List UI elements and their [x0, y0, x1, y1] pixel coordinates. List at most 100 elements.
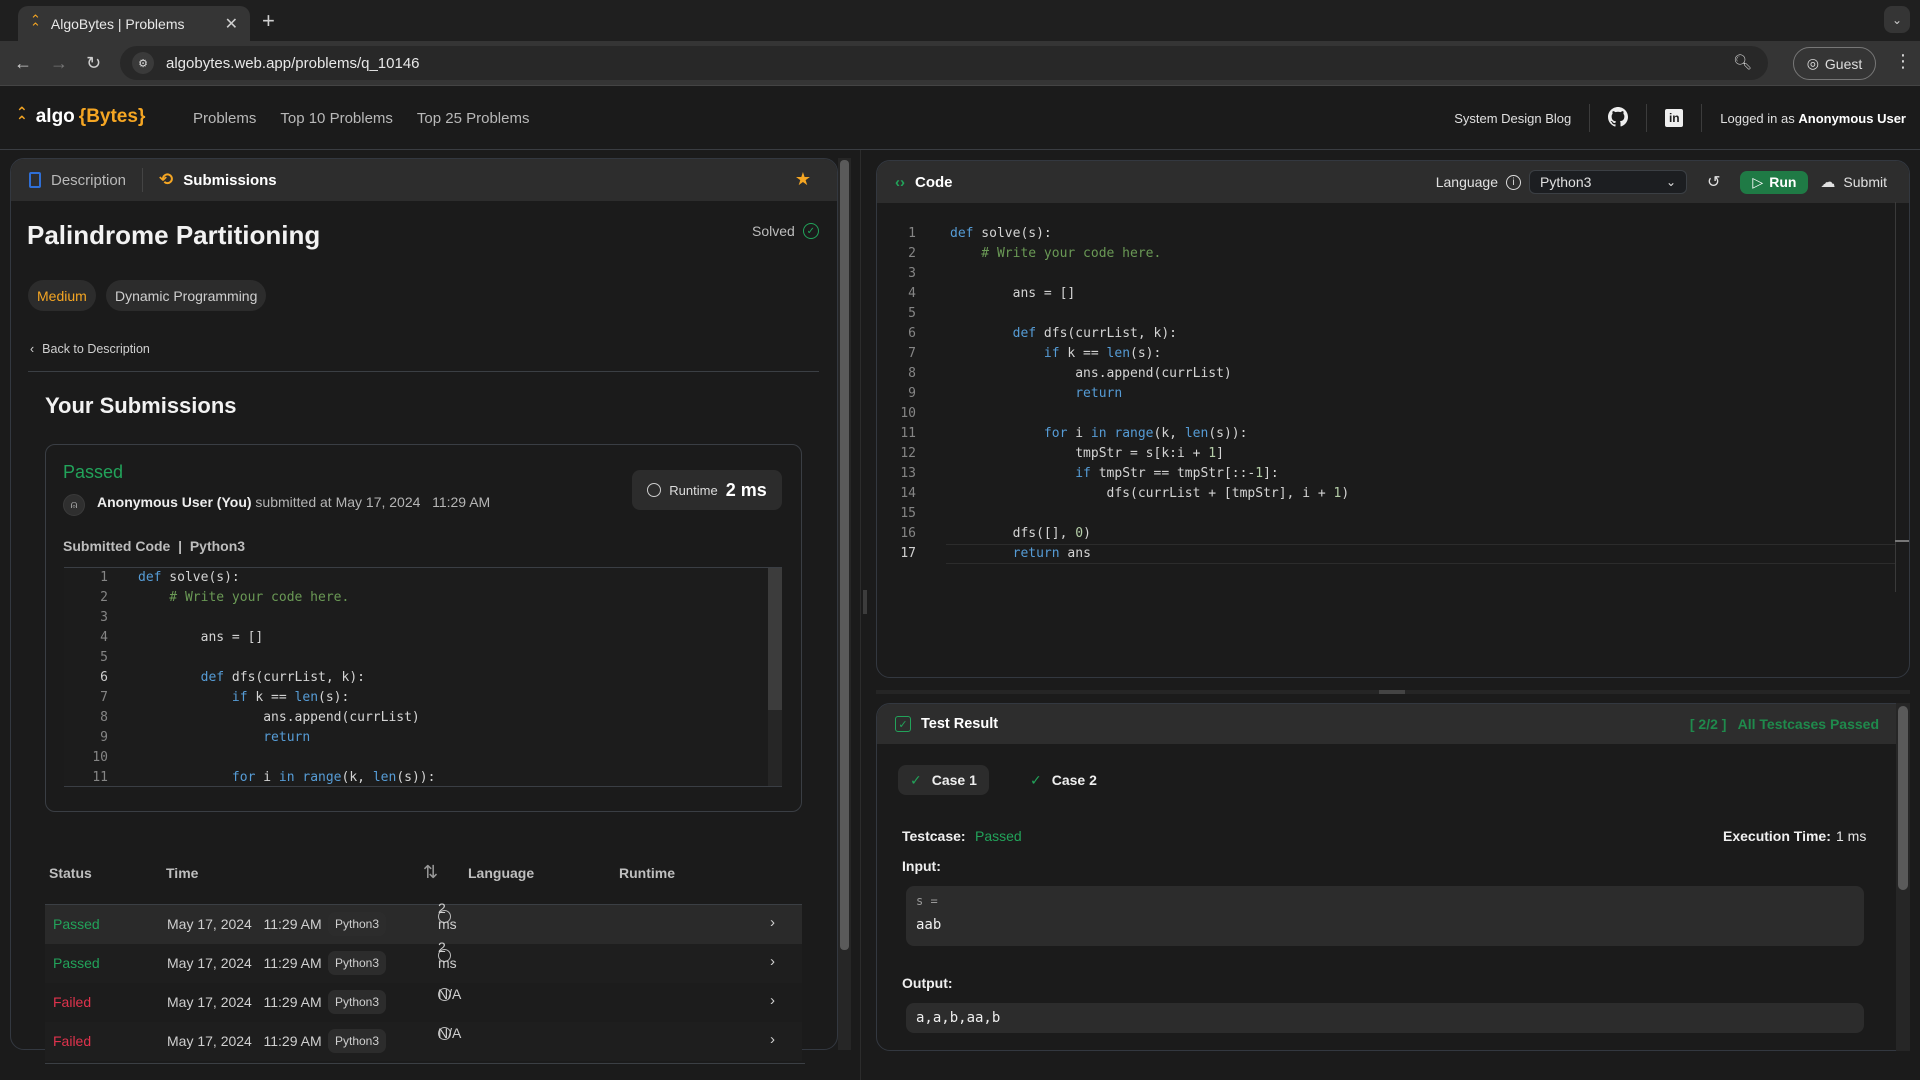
tab-submissions[interactable]: ⟲ Submissions — [159, 170, 277, 190]
row-runtime-value: N/A — [438, 1025, 462, 1041]
logo-accent: {Bytes} — [78, 106, 146, 127]
submitted-code-language: Python3 — [189, 538, 246, 554]
code-line: 1 def solve(s): — [876, 224, 1052, 244]
info-icon[interactable]: i — [1506, 174, 1522, 190]
case-2-label: Case 2 — [1051, 772, 1097, 788]
case-2-tab[interactable]: ✓ Case 2 — [1018, 765, 1109, 795]
submitted-code-viewer[interactable]: 1 def solve(s): 2 # Write your code here. 3… — [64, 567, 782, 787]
favorite-star-icon[interactable]: ★ — [795, 169, 811, 190]
language-label: Language — [1435, 174, 1499, 190]
row-runtime-value: N/A — [438, 986, 462, 1002]
table-row[interactable]: Passed May 17, 2024 11:29 AM Python3 2 ms › — [45, 939, 802, 983]
chevron-down-icon: ⌄ — [1665, 175, 1677, 189]
zoom-magnifier-icon[interactable]: 🔍︎ — [1733, 53, 1752, 71]
resize-grip[interactable] — [1379, 690, 1405, 694]
resize-grip[interactable] — [863, 590, 867, 614]
nav-top-10[interactable]: Top 10 Problems — [280, 110, 393, 127]
system-design-blog-link[interactable]: System Design Blog — [1454, 111, 1571, 126]
browser-tab-strip: ⌃ ⌃ AlgoBytes | Problems ✕ + ⌄ — [0, 0, 1920, 41]
code-line: 2 # Write your code here. — [876, 244, 1161, 264]
close-tab-icon[interactable]: ✕ — [225, 14, 238, 34]
divider — [28, 371, 819, 372]
cloud-upload-icon: ☁ — [1820, 174, 1836, 191]
reload-icon[interactable]: ↻ — [86, 53, 101, 74]
table-row[interactable]: Passed May 17, 2024 11:29 AM Python3 2 ms › — [45, 900, 802, 944]
logo[interactable]: ⌃ ⌃ algo {Bytes} — [16, 105, 146, 128]
back-link-label: Back to Description — [42, 342, 150, 356]
line-number: 13 — [900, 466, 916, 481]
site-settings-icon[interactable]: ⚙ — [132, 52, 154, 74]
github-icon[interactable] — [1608, 106, 1629, 130]
submit-button[interactable]: ☁ Submit — [1820, 173, 1887, 191]
submit-label: Submit — [1843, 174, 1887, 190]
chevron-right-icon[interactable]: › — [770, 992, 775, 1009]
code-text: ans.append(currList) — [138, 710, 420, 725]
runtime-value: 2 ms — [725, 479, 767, 500]
test-result-scrollbar-thumb[interactable] — [1898, 706, 1908, 890]
editor-scroll-marker — [1895, 540, 1909, 542]
reset-code-icon[interactable]: ↺ — [1707, 172, 1720, 192]
row-language-badge: Python3 — [328, 990, 387, 1014]
line-number: 3 — [908, 266, 916, 281]
chevron-right-icon[interactable]: › — [770, 1031, 775, 1048]
left-scrollbar-thumb[interactable] — [840, 160, 849, 950]
line-number: 16 — [900, 526, 916, 541]
profile-button[interactable]: ◎ Guest — [1793, 47, 1876, 80]
nav-problems[interactable]: Problems — [193, 110, 256, 127]
linkedin-icon[interactable]: in — [1665, 109, 1684, 127]
sort-icon[interactable]: ⇅ — [423, 862, 438, 883]
code-text: dfs(currList + [tmpStr], i + 1) — [950, 486, 1350, 501]
difficulty-badge: Medium — [28, 280, 96, 311]
back-to-description-link[interactable]: ‹ Back to Description — [30, 342, 150, 356]
run-button[interactable]: ▷ Run — [1740, 170, 1809, 194]
code-line: 3 — [64, 608, 138, 628]
code-text: ans.append(currList) — [950, 366, 1232, 381]
url-bar[interactable]: ⚙ algobytes.web.app/problems/q_10146 🔍︎ — [120, 46, 1768, 80]
vertical-resize-handle[interactable] — [876, 690, 1910, 694]
code-line: 1 def solve(s): — [64, 568, 240, 588]
line-number: 14 — [900, 486, 916, 501]
code-line: 8 ans.append(currList) — [64, 708, 420, 728]
submission-user: Anonymous User (You) — [97, 494, 252, 510]
code-editor[interactable]: 1 def solve(s): 2 # Write your code here. 3… — [876, 224, 1910, 644]
forward-arrow-icon[interactable]: → — [50, 53, 68, 74]
divider — [1589, 104, 1591, 132]
line-number: 12 — [900, 446, 916, 461]
row-language-badge: Python3 — [328, 1029, 387, 1053]
new-tab-icon[interactable]: + — [262, 8, 275, 34]
divider — [142, 168, 144, 192]
code-line: 6 def dfs(currList, k): — [876, 324, 1177, 344]
chevron-right-icon[interactable]: › — [770, 914, 775, 931]
browser-tab[interactable]: ⌃ ⌃ AlgoBytes | Problems ✕ — [18, 6, 250, 41]
code-text: dfs([], 0) — [950, 526, 1091, 541]
code-viewer-scrollbar[interactable] — [768, 568, 782, 786]
nav-top-25[interactable]: Top 25 Problems — [417, 110, 530, 127]
chevron-right-icon[interactable]: › — [770, 953, 775, 970]
play-icon: ▷ — [1752, 173, 1764, 190]
code-viewer-scrollbar-thumb[interactable] — [768, 568, 782, 710]
line-number: 5 — [100, 650, 108, 665]
divider — [1701, 104, 1703, 132]
header-runtime: Runtime — [619, 865, 675, 881]
case-1-tab[interactable]: ✓ Case 1 — [898, 765, 989, 795]
code-line: 12 tmpStr = s[k:i + 1] — [876, 444, 1224, 464]
test-result-panel: ✓ Test Result [ 2/2 ] All Testcases Pass… — [876, 703, 1910, 1051]
editor-scrollbar[interactable] — [1895, 202, 1896, 592]
panel-resize-handle[interactable] — [860, 150, 868, 1080]
code-line: 7 if k == len(s): — [876, 344, 1161, 364]
output-label: Output: — [902, 975, 953, 991]
topic-badge[interactable]: Dynamic Programming — [106, 280, 267, 311]
submissions-heading: Your Submissions — [45, 393, 237, 418]
tab-search-chevron-icon[interactable]: ⌄ — [1884, 6, 1910, 33]
divider — [1646, 104, 1648, 132]
table-row[interactable]: Failed May 17, 2024 11:29 AM Python3 N/A › — [45, 983, 802, 1022]
browser-menu-icon[interactable]: ⋮ — [1894, 51, 1912, 72]
tab-description[interactable]: Description — [29, 172, 126, 189]
test-result-title: Test Result — [921, 716, 999, 732]
table-row[interactable]: Failed May 17, 2024 11:29 AM Python3 N/A › — [45, 1022, 802, 1061]
code-line: 11 for i in range(k, len(s)): — [64, 768, 435, 786]
language-select[interactable]: Python3 ⌄ — [1529, 170, 1688, 194]
code-line: 14 dfs(currList + [tmpStr], i + 1) — [876, 484, 1349, 504]
back-arrow-icon[interactable]: ← — [14, 53, 32, 74]
line-number: 7 — [100, 690, 108, 705]
